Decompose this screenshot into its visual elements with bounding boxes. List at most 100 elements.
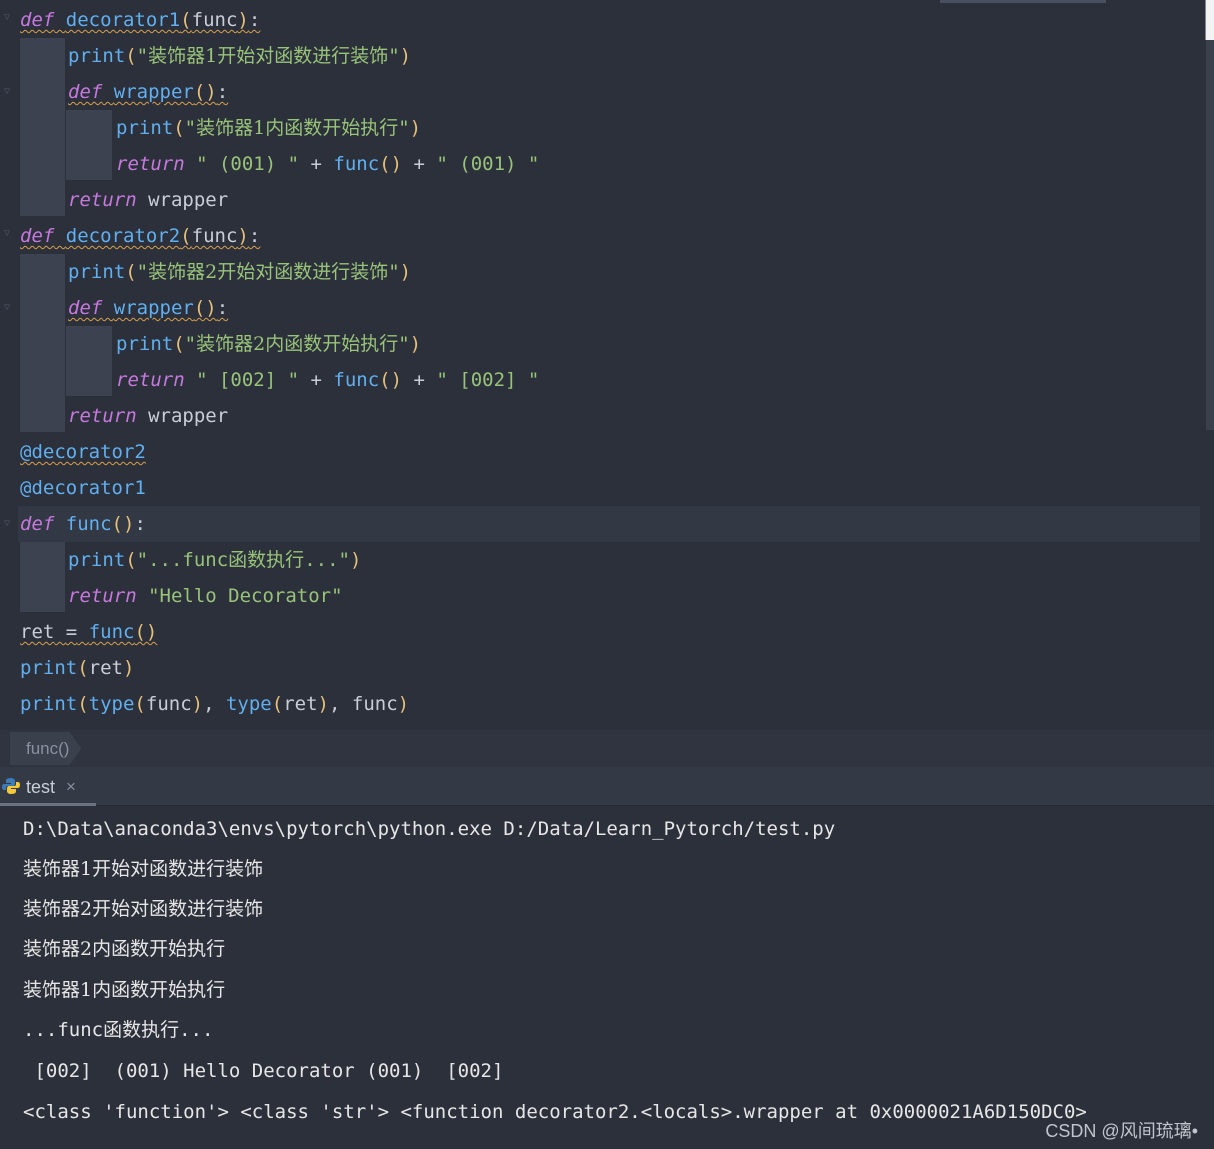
param: func — [191, 9, 238, 31]
string-literal: " (001) " — [196, 153, 300, 175]
corner-widget — [1205, 0, 1214, 40]
builtin: type — [88, 693, 135, 715]
string-literal: "Hello Decorator" — [148, 585, 343, 607]
builtin: print — [116, 333, 174, 355]
code-line[interactable]: return wrapper — [68, 182, 228, 218]
string-literal: "...func — [136, 549, 229, 571]
keyword: def — [20, 9, 55, 31]
breadcrumb: func() — [0, 730, 1214, 767]
param: func — [191, 225, 238, 247]
indent-guide — [66, 326, 112, 396]
keyword: return — [68, 585, 137, 607]
identifier: wrapper — [148, 189, 229, 211]
code-line[interactable]: def decorator1(func): — [20, 2, 260, 38]
code-line[interactable]: def wrapper(): — [68, 290, 228, 326]
code-line[interactable]: @decorator2 — [20, 434, 146, 470]
console-line: 装饰器1开始对函数进行装饰 — [23, 858, 264, 880]
keyword: def — [68, 297, 103, 319]
string-literal: 装饰器2内函数开始执行 — [196, 333, 399, 355]
builtin: print — [68, 549, 126, 571]
code-line[interactable]: return " (001) " + func() + " (001) " — [116, 146, 539, 182]
horizontal-scroll-thumb[interactable] — [940, 0, 1106, 3]
code-line[interactable]: print("装饰器1开始对函数进行装饰") — [68, 38, 411, 74]
watermark: CSDN @风间琉璃• — [1045, 1121, 1198, 1141]
code-line[interactable]: @decorator1 — [20, 470, 146, 506]
keyword: return — [116, 369, 185, 391]
identifier: func — [145, 693, 192, 715]
decorator: @decorator1 — [20, 477, 146, 499]
current-line-highlight — [0, 506, 1200, 542]
close-icon[interactable]: × — [66, 767, 76, 807]
indent-guide — [20, 254, 65, 432]
fold-icon[interactable]: ▽ — [4, 87, 14, 97]
fold-icon[interactable]: ▽ — [4, 229, 14, 239]
identifier: ret — [88, 657, 123, 679]
string-literal: ..." — [304, 549, 350, 571]
code-line[interactable]: print("装饰器2内函数开始执行") — [116, 326, 421, 362]
string-literal: 装饰器1开始对函数进行装饰 — [148, 45, 389, 67]
function-name: wrapper — [113, 297, 194, 319]
function-name: wrapper — [113, 81, 194, 103]
string-literal: 装饰器2开始对函数进行装饰 — [148, 261, 389, 283]
function-name: decorator1 — [65, 9, 181, 31]
code-line[interactable]: print("装饰器2开始对函数进行装饰") — [68, 254, 411, 290]
code-line[interactable]: print(type(func), type(ret), func) — [20, 686, 409, 722]
identifier: wrapper — [148, 405, 229, 427]
string-literal: 装饰器1内函数开始执行 — [196, 117, 399, 139]
function-name: func — [65, 513, 112, 535]
tab-label: test — [26, 777, 56, 797]
python-icon — [2, 778, 20, 794]
decorator: @decorator2 — [20, 441, 146, 463]
fold-icon[interactable]: ▽ — [4, 303, 14, 313]
console-line: <class 'function'> <class 'str'> <functi… — [23, 1101, 1087, 1123]
builtin: print — [68, 45, 126, 67]
string-literal: " (001) " — [436, 153, 540, 175]
code-line[interactable]: return wrapper — [68, 398, 228, 434]
fold-icon[interactable]: ▽ — [4, 13, 14, 23]
code-editor[interactable]: ▽ ▽ ▽ ▽ ▽ def decorator1(func): print("装… — [0, 0, 1214, 767]
console-line: 装饰器2内函数开始执行 — [23, 938, 226, 960]
string-literal: 函数执行 — [228, 549, 305, 571]
code-line[interactable]: return " [002] " + func() + " [002] " — [116, 362, 539, 398]
identifier: func — [351, 693, 398, 715]
keyword: return — [116, 153, 185, 175]
run-panel-header: test × — [0, 767, 1214, 806]
console-line: [002] (001) Hello Decorator (001) [002] — [23, 1060, 504, 1082]
code-line[interactable]: def func(): — [20, 506, 146, 542]
builtin: print — [68, 261, 126, 283]
console-line: ...func函数执行... — [23, 1019, 214, 1041]
code-line[interactable]: def wrapper(): — [68, 74, 228, 110]
code-line[interactable]: print(ret) — [20, 650, 134, 686]
function-call: func — [333, 153, 380, 175]
keyword: def — [68, 81, 103, 103]
breadcrumb-item[interactable]: func() — [10, 732, 81, 765]
console-line: 装饰器1内函数开始执行 — [23, 979, 226, 1001]
console-line: D:\Data\anaconda3\envs\pytorch\python.ex… — [23, 818, 836, 840]
code-line[interactable]: print("...func函数执行...") — [68, 542, 361, 578]
console-output[interactable]: D:\Data\anaconda3\envs\pytorch\python.ex… — [0, 806, 1214, 1149]
code-line[interactable]: print("装饰器1内函数开始执行") — [116, 110, 421, 146]
keyword: return — [68, 405, 137, 427]
identifier: ret — [20, 621, 55, 643]
indent-guide — [20, 542, 65, 612]
function-call: func — [333, 369, 380, 391]
indent-guide — [20, 38, 65, 216]
fold-icon[interactable]: ▽ — [4, 519, 14, 529]
indent-guide — [66, 110, 112, 180]
function-name: decorator2 — [65, 225, 181, 247]
run-tab-test[interactable]: test × — [0, 767, 96, 807]
string-literal: " [002] " — [196, 369, 300, 391]
code-line[interactable]: ret = func() — [20, 614, 157, 650]
identifier: ret — [283, 693, 318, 715]
code-line[interactable]: def decorator2(func): — [20, 218, 260, 254]
builtin: print — [20, 693, 78, 715]
code-line[interactable]: return "Hello Decorator" — [68, 578, 343, 614]
keyword: def — [20, 225, 55, 247]
keyword: return — [68, 189, 137, 211]
string-literal: " [002] " — [436, 369, 540, 391]
builtin: print — [20, 657, 78, 679]
builtin: print — [116, 117, 174, 139]
vertical-scrollbar[interactable] — [1206, 0, 1214, 430]
gutter: ▽ ▽ ▽ ▽ ▽ — [0, 0, 18, 730]
builtin: type — [225, 693, 272, 715]
